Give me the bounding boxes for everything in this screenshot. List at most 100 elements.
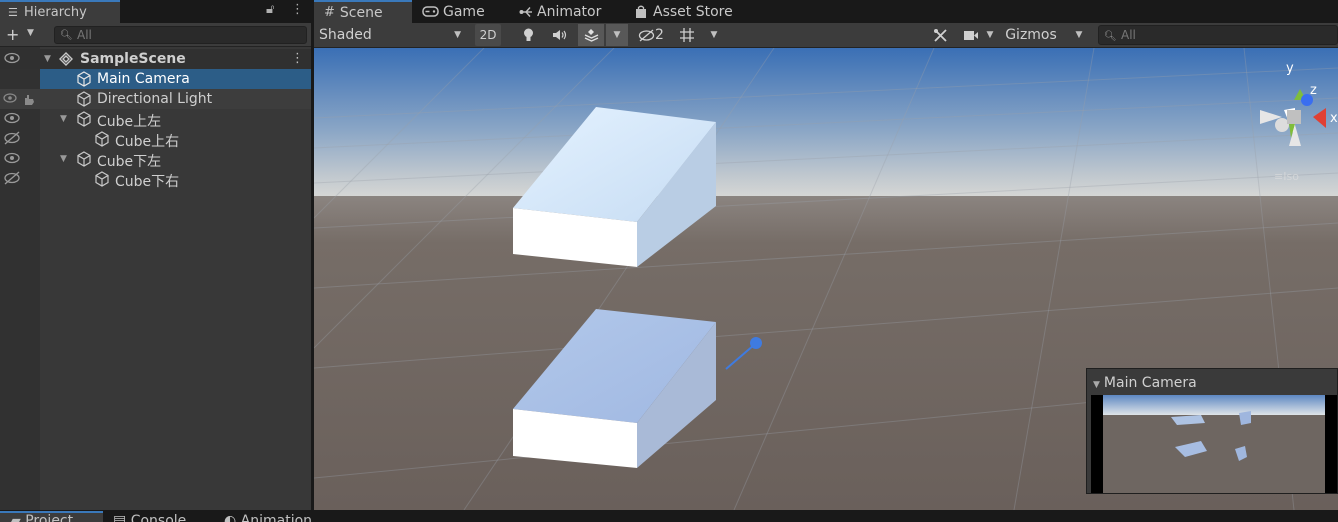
- eye-hidden-icon[interactable]: [3, 171, 21, 185]
- gizmos-button[interactable]: Gizmos: [1001, 24, 1061, 46]
- tab-game[interactable]: Game: [422, 0, 485, 23]
- hierarchy-item-label: Cube上右: [115, 134, 180, 150]
- gizmos-dropdown[interactable]: ▼: [1069, 24, 1089, 46]
- sky: [314, 48, 1338, 200]
- camera-preview-view: [1091, 395, 1337, 493]
- 2d-label: 2D: [479, 28, 497, 42]
- chevron-down-icon[interactable]: ▼: [27, 28, 34, 38]
- fold-arrow-icon[interactable]: ▼: [1093, 380, 1100, 390]
- effects-dropdown[interactable]: ▼: [606, 24, 628, 46]
- hierarchy-item-label: Cube下右: [115, 174, 180, 190]
- effects-toggle-button[interactable]: [578, 24, 604, 46]
- 2d-toggle-button[interactable]: 2D: [475, 24, 501, 46]
- kebab-menu-icon[interactable]: ⋮: [291, 2, 304, 17]
- eye-icon[interactable]: [3, 151, 21, 165]
- folder-icon: ▰: [10, 513, 26, 522]
- tab-scene[interactable]: # Scene: [314, 0, 412, 23]
- fold-arrow-icon[interactable]: ▼: [44, 54, 51, 64]
- grid-icon: #: [324, 5, 335, 20]
- console-icon: ▤: [113, 513, 131, 522]
- tab-label: Console: [130, 513, 187, 522]
- tab-animation[interactable]: ◐ Animation: [224, 513, 312, 522]
- draw-mode-dropdown[interactable]: Shaded ▼: [315, 24, 465, 46]
- hidden-count: 2: [655, 27, 664, 43]
- eye-icon[interactable]: [3, 111, 21, 125]
- eye-hidden-icon[interactable]: [3, 131, 21, 145]
- pick-hand-icon[interactable]: [22, 93, 36, 106]
- camera-preview-title[interactable]: ▼ Main Camera: [1093, 375, 1197, 391]
- camera-settings-button[interactable]: [960, 24, 982, 46]
- tab-project[interactable]: ▰ Project: [0, 511, 103, 522]
- camera-settings-dropdown[interactable]: ▼: [982, 24, 998, 46]
- hierarchy-item-cube-top-right[interactable]: Cube上右: [0, 129, 311, 150]
- add-button[interactable]: +: [6, 25, 19, 44]
- hierarchy-item-directional-light[interactable]: Directional Light: [0, 89, 311, 109]
- gameobject-cube-icon: [77, 151, 91, 167]
- visibility-gutter-cell: [0, 69, 40, 89]
- camera-preview-render: [1103, 395, 1325, 493]
- camera-preview-overlay[interactable]: ▼ Main Camera: [1086, 368, 1338, 494]
- hierarchy-item-label: Cube下左: [97, 154, 162, 170]
- scene-panel: # Scene Game Animator Asset Store Shaded…: [314, 0, 1338, 510]
- scene-visibility-toggle[interactable]: 2: [634, 24, 668, 46]
- projection-label[interactable]: ≡Iso: [1274, 170, 1299, 183]
- tab-hierarchy[interactable]: ☰ Hierarchy: [0, 0, 120, 23]
- bottom-tabbar: ▰ Project ▤ Console ◐ Animation: [0, 510, 1338, 522]
- hierarchy-item-label: SampleScene: [80, 51, 186, 67]
- eye-hidden-icon: [638, 29, 655, 41]
- eye-icon[interactable]: [3, 51, 21, 65]
- hierarchy-item-main-camera[interactable]: Main Camera: [0, 69, 311, 89]
- hierarchy-item-samplescene[interactable]: ▼ SampleScene ⋮: [0, 49, 311, 69]
- grid-snap-button[interactable]: [675, 24, 699, 46]
- gameobject-cube-icon: [95, 171, 109, 187]
- tab-label: Game: [443, 3, 485, 20]
- camera-preview-label: Main Camera: [1103, 375, 1197, 391]
- tools-button[interactable]: [928, 24, 952, 46]
- hierarchy-search-input[interactable]: 🔍︎ All: [54, 26, 307, 44]
- draw-mode-value: Shaded: [319, 27, 372, 43]
- scene-viewport[interactable]: y z x ≡Iso ▼ Main Camera: [314, 48, 1338, 510]
- eye-icon[interactable]: [3, 91, 21, 105]
- audio-toggle-button[interactable]: [547, 24, 571, 46]
- hierarchy-item-cube-top-left[interactable]: ▼ Cube上左: [0, 109, 311, 130]
- lock-icon[interactable]: 🔓︎: [266, 2, 274, 17]
- lightbulb-icon: [523, 28, 533, 41]
- chevron-down-icon: ▼: [1075, 30, 1083, 40]
- tab-animator[interactable]: Animator: [519, 0, 601, 23]
- scene-search-input[interactable]: 🔍︎ All: [1098, 25, 1338, 45]
- hierarchy-panel: ☰ Hierarchy 🔓︎ ⋮ + ▼ 🔍︎ All ▼ SampleScen…: [0, 0, 311, 510]
- gamepad-icon: [422, 6, 439, 17]
- chevron-down-icon: ▼: [986, 30, 994, 40]
- list-icon: ☰: [8, 6, 18, 19]
- store-bag-icon: [636, 5, 646, 18]
- grid-snap-icon: [680, 28, 694, 42]
- hierarchy-item-label: Main Camera: [97, 71, 190, 87]
- kebab-menu-icon[interactable]: ⋮: [291, 51, 304, 66]
- hierarchy-search-placeholder: All: [77, 28, 92, 42]
- hierarchy-item-cube-bottom-right[interactable]: Cube下右: [0, 169, 311, 190]
- hierarchy-item-cube-bottom-left[interactable]: ▼ Cube下左: [0, 149, 311, 170]
- axis-z-label: z: [1310, 83, 1317, 98]
- gameobject-cube-icon: [95, 131, 109, 147]
- search-icon: 🔍︎: [60, 30, 73, 41]
- hierarchy-toolbar: + ▼ 🔍︎ All: [0, 23, 311, 47]
- scene-search-placeholder: All: [1121, 28, 1136, 42]
- fold-arrow-icon[interactable]: ▼: [60, 154, 67, 164]
- video-camera-icon: [964, 30, 978, 40]
- tab-label: Asset Store: [653, 3, 733, 20]
- hierarchy-tabbar: ☰ Hierarchy 🔓︎ ⋮: [0, 0, 311, 23]
- hierarchy-item-label: Directional Light: [97, 91, 213, 107]
- grid-dropdown[interactable]: ▼: [703, 24, 725, 46]
- fold-arrow-icon[interactable]: ▼: [60, 114, 67, 124]
- chevron-down-icon: ▼: [613, 30, 621, 40]
- layers-icon: [584, 29, 598, 42]
- gizmos-label: Gizmos: [1005, 27, 1057, 43]
- tab-label: Animator: [537, 3, 602, 20]
- tab-asset-store[interactable]: Asset Store: [635, 0, 733, 23]
- chevron-down-icon: ▼: [454, 30, 461, 40]
- gameobject-cube-icon: [77, 91, 91, 107]
- lighting-toggle-button[interactable]: [516, 24, 540, 46]
- tab-label: Animation: [240, 513, 313, 522]
- animation-icon: ◐: [224, 513, 241, 522]
- tab-console[interactable]: ▤ Console: [113, 513, 186, 522]
